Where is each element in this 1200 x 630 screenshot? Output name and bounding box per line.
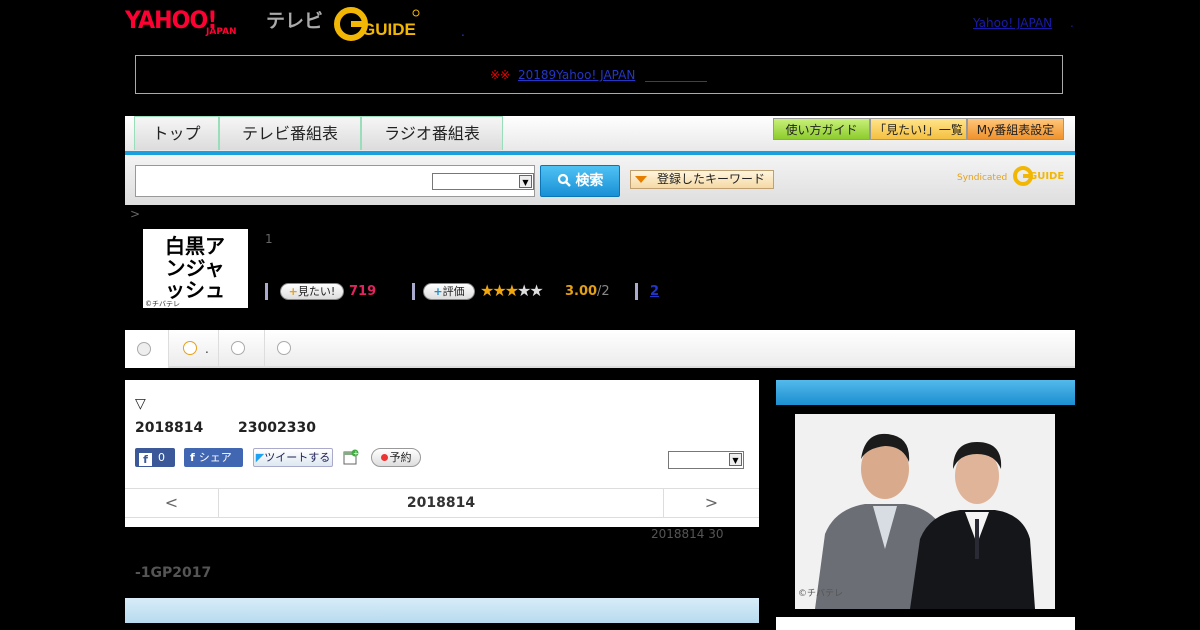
search-button-label: 検索 <box>575 173 604 189</box>
plus-icon: + <box>433 285 443 298</box>
twitter-icon: ◤ <box>255 451 265 464</box>
calendar-add-icon[interactable]: + <box>343 449 359 465</box>
search-category-select[interactable]: ▼ <box>432 173 534 190</box>
divider <box>635 283 638 300</box>
facebook-icon: f <box>139 453 152 466</box>
divider <box>265 283 268 300</box>
broadcast-time: 23002330 <box>238 420 316 436</box>
chevron-down-icon <box>137 342 151 356</box>
air-info: 2018814 30 <box>651 527 724 541</box>
yahoo-japan-link[interactable]: Yahoo! JAPAN <box>973 16 1052 30</box>
mitai-count: 719 <box>349 284 377 299</box>
star-filled-icon: ★ <box>504 281 519 300</box>
star-filled-icon: ★ <box>480 281 494 300</box>
breadcrumb: > <box>130 207 141 221</box>
registered-keyword-label: 登録したキーワード <box>657 172 766 186</box>
program-photo[interactable] <box>795 414 1055 609</box>
review-count-link[interactable]: 2 <box>650 284 659 299</box>
program-thumbnail-title: 白黒アンジャッシュ <box>165 234 225 302</box>
rate-button-label: 評価 <box>442 285 465 298</box>
sidebar-header <box>776 380 1075 405</box>
syndicated-logo-text: GUIDE <box>1029 171 1065 182</box>
program-number: 1 <box>265 232 273 246</box>
tweet-button[interactable]: ◤ツイートする <box>253 448 333 467</box>
facebook-share-label: シェア <box>198 451 232 464</box>
syndicated-text: Syndicated <box>957 173 1008 183</box>
facebook-icon: f <box>190 451 195 464</box>
mitai-list-button[interactable]: 「見たい!」一覧 <box>870 118 967 140</box>
mitai-button[interactable]: +見たい! <box>280 283 344 300</box>
yahoo-logo-sub: JAPAN <box>206 27 237 37</box>
photo-copyright: ©チバテレ <box>798 589 844 599</box>
collapse-triangle[interactable]: ▽ <box>135 396 146 412</box>
header-dot: . <box>461 25 465 39</box>
syndicated-gguide-logo: Syndicated GUIDE <box>957 166 1067 188</box>
tab-top[interactable]: トップ <box>134 116 219 150</box>
program-thumbnail[interactable]: 白黒アンジャッシュ <box>143 229 248 308</box>
chevron-down-icon: ▼ <box>519 175 532 188</box>
section-header-bar <box>125 598 759 623</box>
play-icon <box>277 341 291 355</box>
next-date-button[interactable]: > <box>663 489 759 517</box>
subtab-3[interactable] <box>219 330 265 368</box>
notice-link[interactable]: 20189Yahoo! JAPAN <box>518 68 635 82</box>
subtab-2-label: . <box>205 342 209 356</box>
broadcast-select[interactable]: ▼ <box>668 451 744 469</box>
chevron-down-icon: ▼ <box>729 453 742 466</box>
search-button[interactable]: 検索 <box>540 165 620 197</box>
program-description: -1GP2017 <box>135 565 212 581</box>
tab-radio-listings[interactable]: ラジオ番組表 <box>361 116 503 150</box>
notice-link-underline[interactable] <box>645 68 707 82</box>
sidebar-footer <box>776 617 1075 630</box>
tab-tv-listings[interactable]: テレビ番組表 <box>219 116 361 150</box>
record-reserve-button[interactable]: 予約 <box>371 448 421 467</box>
broadcast-date: 2018814 <box>135 420 204 436</box>
thumbnail-copyright: ©チバテレ <box>145 300 180 308</box>
current-date: 2018814 <box>406 495 476 511</box>
notice-mark: ※※ <box>490 68 511 82</box>
star-empty-icon: ★ <box>529 281 543 300</box>
star-filled-icon: ★ <box>492 281 506 300</box>
divider <box>412 283 415 300</box>
subtab-2[interactable]: . <box>169 330 219 368</box>
rate-button[interactable]: +評価 <box>423 283 475 300</box>
subtab-active[interactable] <box>125 330 169 368</box>
star-empty-icon: ★ <box>517 281 531 300</box>
subtab-4[interactable] <box>265 330 303 368</box>
mitai-button-label: 見たい! <box>297 285 336 298</box>
rating-value: 3.00 <box>565 284 598 299</box>
play-icon <box>231 341 245 355</box>
play-icon <box>183 341 197 355</box>
yahoo-logo[interactable]: YAHOO! <box>125 6 217 34</box>
facebook-share-button[interactable]: f シェア <box>184 448 243 467</box>
service-name[interactable]: テレビ <box>266 6 323 33</box>
prev-date-button[interactable]: < <box>125 489 219 517</box>
my-listings-button[interactable]: My番組表設定 <box>967 118 1064 140</box>
facebook-like-count: 0 <box>158 451 165 464</box>
triangle-down-icon <box>635 176 647 183</box>
search-icon <box>557 173 571 187</box>
guide-button[interactable]: 使い方ガイド <box>773 118 870 140</box>
plus-icon: + <box>288 285 298 298</box>
rating-stars: ★★★★★ <box>480 281 544 300</box>
gguide-logo[interactable]: GUIDE <box>334 7 422 41</box>
facebook-like-button[interactable]: f0 <box>135 448 175 467</box>
record-reserve-label: 予約 <box>389 451 412 464</box>
rating-count: /2 <box>597 284 610 299</box>
record-icon <box>380 454 388 461</box>
svg-text:GUIDE: GUIDE <box>362 20 416 39</box>
svg-text:+: + <box>353 450 359 458</box>
header-dot-right: . <box>1070 16 1074 30</box>
registered-keyword-button[interactable]: 登録したキーワード <box>630 170 774 189</box>
tweet-label: ツイートする <box>264 451 331 464</box>
